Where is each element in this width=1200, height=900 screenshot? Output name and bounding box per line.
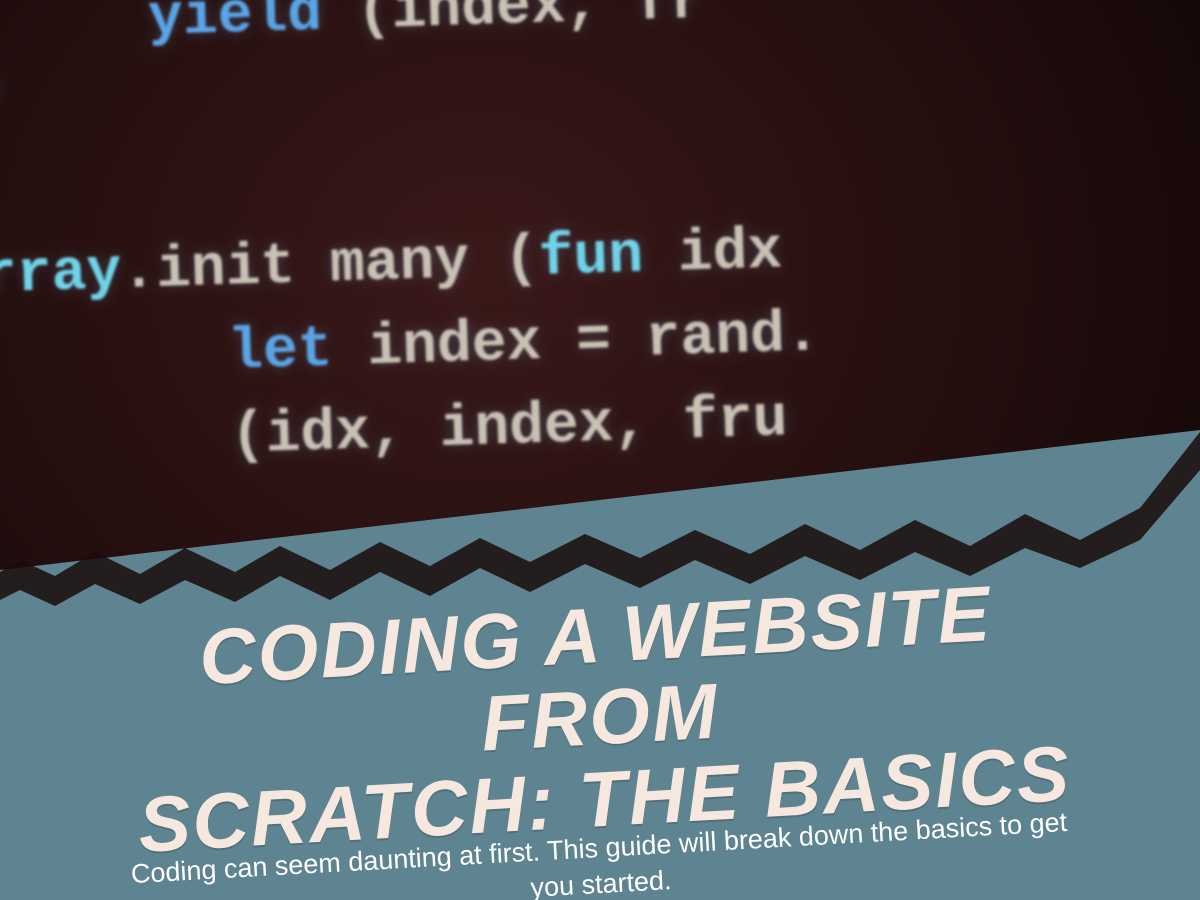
code-frag: index = rand. (332, 303, 821, 383)
code-frag: '' (0, 76, 13, 145)
code-frag (0, 321, 229, 397)
code-keyword-let: let (227, 318, 333, 386)
title-line-1: CODING A WEBSITE FROM (197, 569, 994, 767)
code-frag: .init many ( (120, 227, 540, 305)
code-type-array: Array (0, 240, 122, 310)
poster-canvas: yield (index, fr '' Array.init many (fun… (0, 0, 1200, 900)
code-frag: (idx, index, fru (0, 388, 789, 481)
code-frag: idx (642, 219, 818, 289)
code-frag (0, 0, 149, 61)
code-keyword-fun: fun (538, 224, 644, 292)
code-frag: (index, fr (321, 0, 706, 47)
code-keyword-yield: yield (147, 0, 323, 52)
